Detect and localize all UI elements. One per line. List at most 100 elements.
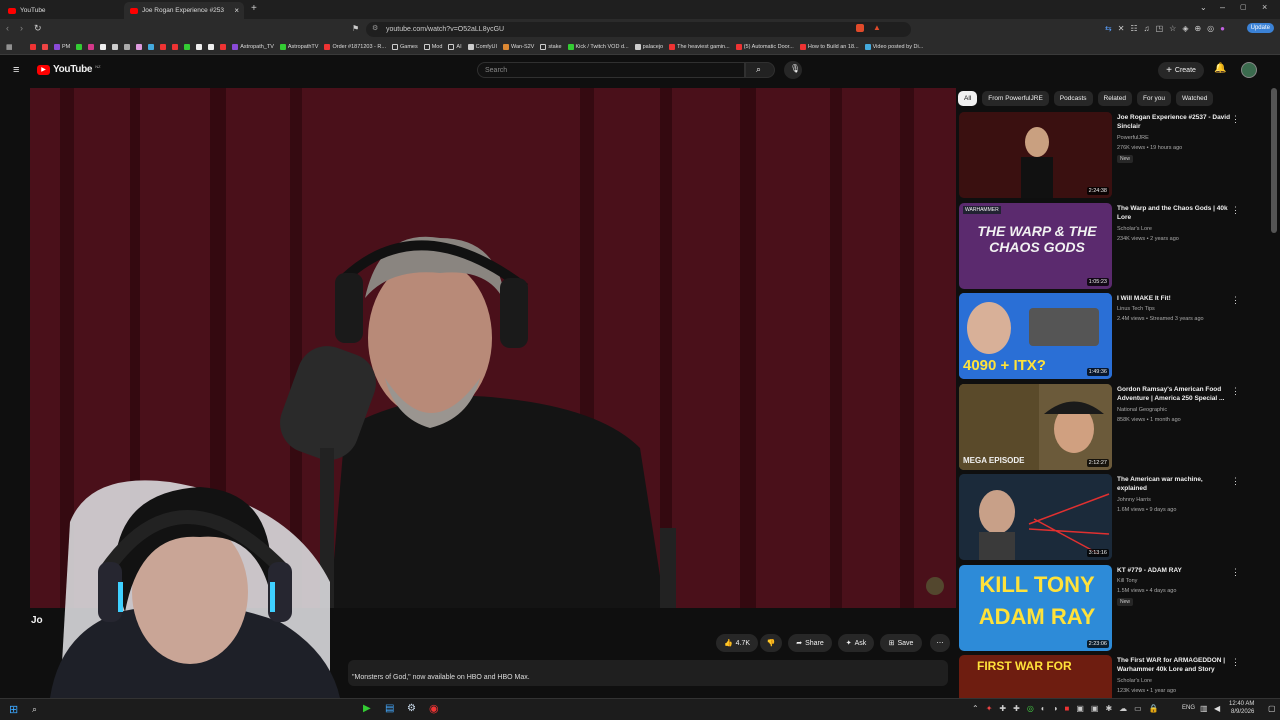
volume-icon[interactable]: ◀: [1214, 704, 1220, 713]
menu-icon[interactable]: ≡: [13, 64, 19, 76]
video-thumbnail[interactable]: MEGA EPISODE 2:12:27: [959, 384, 1112, 470]
bookmark-icon-only[interactable]: [76, 44, 83, 50]
bookmark-item[interactable]: The heaviest gamin...: [669, 44, 730, 50]
bookmark-folder[interactable]: AI: [448, 44, 462, 50]
tray-app-icon[interactable]: ☁: [1119, 704, 1127, 713]
bookmark-icon-only[interactable]: [172, 44, 179, 50]
new-tab-icon[interactable]: +: [251, 3, 257, 14]
scrollbar-thumb[interactable]: [1271, 88, 1277, 233]
bookmark-icon-only[interactable]: [124, 44, 131, 50]
chip-watched[interactable]: Watched: [1175, 91, 1214, 106]
bookmark-item[interactable]: PM: [54, 44, 70, 50]
extension-icon[interactable]: ♫: [1144, 24, 1150, 33]
chip-for-you[interactable]: For you: [1136, 91, 1171, 106]
avatar[interactable]: [1241, 62, 1257, 78]
recommendation-item[interactable]: MEGA EPISODE 2:12:27 Gordon Ramsay's Ame…: [959, 384, 1259, 471]
more-vertical-icon[interactable]: ⋮: [1231, 114, 1240, 125]
steam-icon[interactable]: ⚙: [407, 703, 416, 714]
bookmark-icon-only[interactable]: [184, 44, 191, 50]
bookmark-item[interactable]: AstropathTV: [279, 44, 318, 50]
dislike-button[interactable]: 👎: [760, 634, 782, 652]
extension-icon[interactable]: ◈: [1182, 24, 1188, 33]
recommendation-item[interactable]: 2:24:38 Joe Rogan Experience #2537 - Dav…: [959, 112, 1259, 199]
video-thumbnail[interactable]: 3:13:16: [959, 474, 1112, 560]
file-explorer-icon[interactable]: ▤: [385, 703, 394, 714]
bookmark-icon-only[interactable]: [88, 44, 95, 50]
extension-icon[interactable]: ◳: [1156, 24, 1164, 33]
bookmark-icon-only[interactable]: [136, 44, 143, 50]
more-vertical-icon[interactable]: ⋮: [1231, 567, 1240, 578]
tray-app-icon[interactable]: ◐: [1041, 704, 1046, 713]
tray-app-icon[interactable]: 🔒: [1149, 704, 1159, 713]
clock[interactable]: 12:40 AM 8/9/2026: [1229, 700, 1254, 716]
extension-icon[interactable]: ●: [1220, 24, 1225, 33]
extension-icon[interactable]: ◎: [1207, 24, 1214, 33]
recommendation-item[interactable]: KILL TONY ADAM RAY 2:23:06 KT #779 - ADA…: [959, 565, 1259, 652]
apps-grid-icon[interactable]: ▦: [6, 43, 13, 51]
ask-button[interactable]: ✦ Ask: [838, 634, 874, 652]
bookmark-item[interactable]: Astropath_TV: [232, 44, 274, 50]
bookmark-item[interactable]: Wan-S2V: [503, 44, 534, 50]
tray-app-icon[interactable]: ✦: [986, 704, 993, 713]
bookmark-item[interactable]: palacejo: [634, 44, 663, 50]
bookmark-item[interactable]: (5) Automatic Door...: [735, 44, 794, 50]
tab-youtube[interactable]: YouTube: [2, 2, 120, 19]
bookmark-item[interactable]: Kick / Twitch VOD d...: [567, 44, 629, 50]
bookmark-item[interactable]: How to Build an 18...: [799, 44, 859, 50]
bookmark-icon[interactable]: ⚑: [352, 24, 359, 33]
tray-app-icon[interactable]: ▣: [1076, 704, 1084, 713]
bookmark-icon-only[interactable]: [220, 44, 227, 50]
tray-app-icon[interactable]: ✱: [1105, 704, 1112, 713]
minimize-icon[interactable]: –: [1220, 2, 1225, 12]
tray-expand-icon[interactable]: ⌃: [972, 704, 979, 713]
more-vertical-icon[interactable]: ⋮: [1231, 295, 1240, 306]
video-thumbnail[interactable]: 2:24:38: [959, 112, 1112, 198]
recommendation-item[interactable]: 4090 + ITX? 1:49:36 I Will MAKE It Fit! …: [959, 293, 1259, 380]
language-indicator[interactable]: ENG: [1182, 705, 1195, 711]
maximize-icon[interactable]: ▢: [1240, 3, 1247, 11]
tray-app-icon[interactable]: ■: [1064, 704, 1069, 713]
extension-icon[interactable]: ☷: [1130, 24, 1137, 33]
bookmark-folder[interactable]: Mod: [423, 44, 442, 50]
bookmark-icon-only[interactable]: [112, 44, 119, 50]
share-button[interactable]: ➦ Share: [788, 634, 832, 652]
close-tab-icon[interactable]: ×: [234, 6, 239, 15]
bookmark-icon-only[interactable]: [30, 44, 36, 50]
search-icon[interactable]: ⌕: [32, 704, 37, 715]
brave-rewards-icon[interactable]: ▲: [873, 23, 881, 32]
bookmark-folder[interactable]: Games: [391, 44, 418, 50]
more-vertical-icon[interactable]: ⋮: [1231, 205, 1240, 216]
save-button[interactable]: ⊞ Save: [880, 634, 922, 652]
windows-start-icon[interactable]: ⊞: [9, 703, 18, 716]
brave-shield-icon[interactable]: [856, 24, 864, 32]
bookmark-icon-only[interactable]: [148, 44, 155, 50]
extension-icon[interactable]: ⊕: [1194, 24, 1201, 33]
create-button[interactable]: + Create: [1158, 62, 1204, 79]
recommendation-item[interactable]: 3:13:16 The American war machine, explai…: [959, 474, 1259, 561]
more-vertical-icon[interactable]: ⋮: [1231, 476, 1240, 487]
notifications-bell-icon[interactable]: 🔔: [1214, 63, 1226, 74]
tray-app-icon[interactable]: ◑: [1053, 704, 1058, 713]
browser-taskbar-icon[interactable]: ◉: [429, 702, 439, 715]
reload-icon[interactable]: ↻: [34, 23, 42, 34]
bookmark-folder[interactable]: stake: [540, 44, 562, 50]
bookmark-icon-only[interactable]: [42, 44, 48, 50]
extension-icon[interactable]: ✕: [1118, 24, 1125, 33]
recommendation-item[interactable]: FIRST WAR FOR The First WAR for ARMAGEDD…: [959, 655, 1259, 698]
bookmark-icon-only[interactable]: [196, 44, 203, 50]
youtube-logo[interactable]: ▶ YouTube NZ: [37, 64, 101, 75]
tray-app-icon[interactable]: ▭: [1134, 704, 1142, 713]
search-button[interactable]: ⌕: [745, 62, 775, 78]
video-thumbnail[interactable]: FIRST WAR FOR: [959, 655, 1112, 698]
tab-search-icon[interactable]: ⌄: [1200, 3, 1207, 12]
like-button[interactable]: 👍 4.7K: [716, 634, 758, 652]
search-input[interactable]: Search: [477, 62, 745, 78]
chip-podcasts[interactable]: Podcasts: [1053, 91, 1093, 106]
tray-app-icon[interactable]: ◎: [1027, 704, 1034, 713]
network-icon[interactable]: ▥: [1200, 704, 1208, 713]
tray-app-icon[interactable]: ▣: [1091, 704, 1099, 713]
recommendation-item[interactable]: WARHAMMER THE WARP & THE CHAOS GODS 1:05…: [959, 203, 1259, 290]
extension-icon[interactable]: ⇆: [1105, 24, 1112, 33]
back-icon[interactable]: ‹: [6, 23, 9, 33]
video-thumbnail[interactable]: 4090 + ITX? 1:49:36: [959, 293, 1112, 379]
